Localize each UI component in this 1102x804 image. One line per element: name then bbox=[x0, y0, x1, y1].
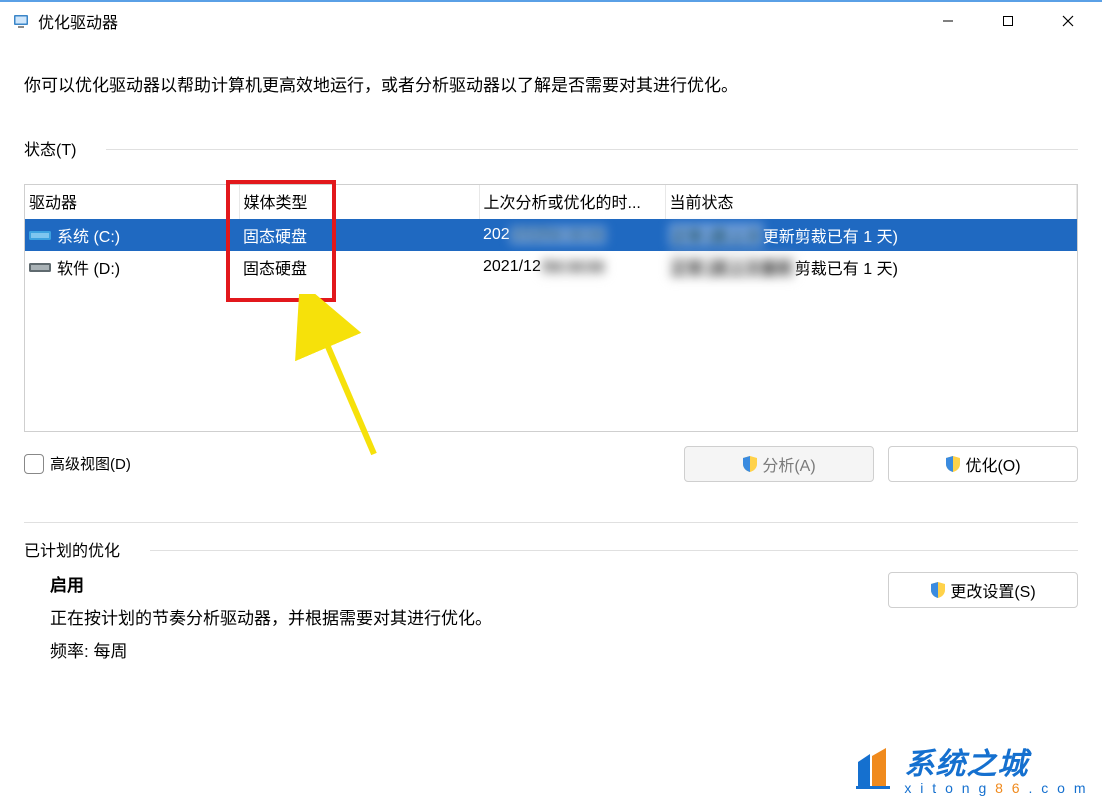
table-row[interactable]: 软件 (D:) 固态硬盘 2021/12/xx xx:xx 正常 (距上次重新剪… bbox=[25, 251, 1077, 283]
watermark-url: x i t o n g 8 6 . c o m bbox=[904, 780, 1088, 796]
advanced-view-label: 高级视图(D) bbox=[50, 453, 131, 474]
column-header-status[interactable]: 当前状态 bbox=[665, 185, 1077, 219]
maximize-button[interactable] bbox=[978, 1, 1038, 41]
minimize-button[interactable] bbox=[918, 1, 978, 41]
schedule-section-label: 已计划的优化 bbox=[24, 537, 150, 561]
last-run: 2021/12/xx xx:xx bbox=[479, 219, 665, 251]
drive-label: 系统 (C:) bbox=[57, 223, 120, 247]
column-header-media[interactable]: 媒体类型 bbox=[239, 185, 479, 219]
drive-icon bbox=[29, 260, 51, 274]
shield-icon bbox=[742, 455, 758, 473]
divider bbox=[150, 550, 1078, 551]
optimize-button[interactable]: 优化(O) bbox=[888, 446, 1078, 482]
column-header-drive[interactable]: 驱动器 bbox=[25, 185, 239, 219]
current-status: 正常 (距上次更新剪裁已有 1 天) bbox=[665, 219, 1077, 251]
media-type: 固态硬盘 bbox=[239, 251, 479, 283]
shield-icon bbox=[930, 581, 946, 599]
column-header-last[interactable]: 上次分析或优化的时... bbox=[479, 185, 665, 219]
drive-icon bbox=[29, 228, 51, 242]
divider bbox=[106, 149, 1078, 150]
description-text: 你可以优化驱动器以帮助计算机更高效地运行，或者分析驱动器以了解是否需要对其进行优… bbox=[24, 74, 1078, 98]
checkbox-icon bbox=[24, 454, 44, 474]
watermark: 系统之城 x i t o n g 8 6 . c o m bbox=[852, 746, 1088, 796]
change-settings-button[interactable]: 更改设置(S) bbox=[888, 572, 1078, 608]
schedule-frequency: 频率: 每周 bbox=[50, 637, 1078, 662]
drive-label: 软件 (D:) bbox=[57, 255, 120, 279]
table-row[interactable]: 系统 (C:) 固态硬盘 2021/12/xx xx:xx 正常 (距上次更新剪… bbox=[25, 219, 1077, 251]
analyze-button[interactable]: 分析(A) bbox=[684, 446, 874, 482]
current-status: 正常 (距上次重新剪裁已有 1 天) bbox=[665, 251, 1077, 283]
window-controls bbox=[918, 1, 1098, 41]
watermark-title: 系统之城 bbox=[904, 750, 1028, 780]
media-type: 固态硬盘 bbox=[239, 219, 479, 251]
last-run: 2021/12/xx xx:xx bbox=[479, 251, 665, 283]
status-section-label: 状态(T) bbox=[24, 136, 106, 160]
watermark-logo-icon bbox=[852, 746, 898, 796]
advanced-view-checkbox[interactable]: 高级视图(D) bbox=[24, 453, 131, 474]
close-button[interactable] bbox=[1038, 1, 1098, 41]
shield-icon bbox=[945, 455, 961, 473]
title-bar: 优化驱动器 bbox=[0, 0, 1102, 40]
app-icon bbox=[12, 12, 30, 30]
drive-table[interactable]: 驱动器 媒体类型 上次分析或优化的时... 当前状态 系统 (C:) bbox=[24, 184, 1078, 432]
window-title: 优化驱动器 bbox=[38, 9, 118, 33]
